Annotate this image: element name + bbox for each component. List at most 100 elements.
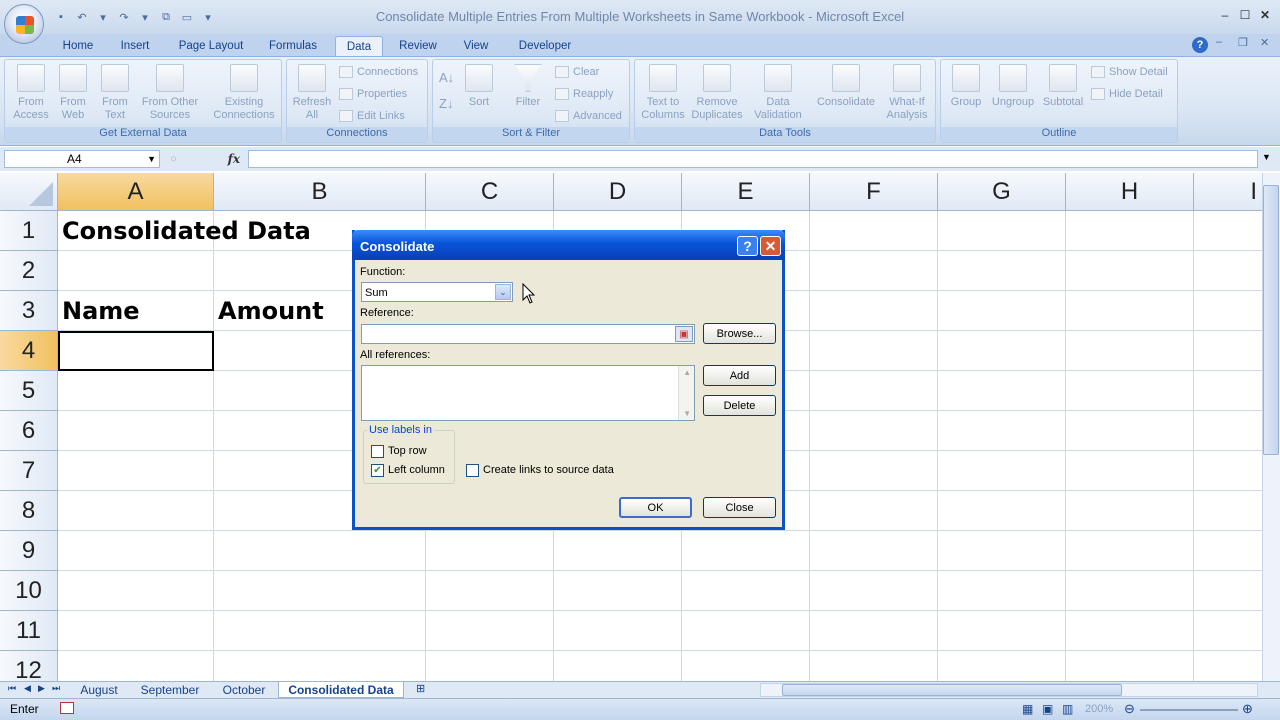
filter-button[interactable]: Filter [507, 62, 549, 109]
left-column-label[interactable]: Left column [388, 464, 445, 476]
tab-home[interactable]: Home [56, 36, 100, 56]
from-other-sources-button[interactable]: From Other Sources [137, 62, 203, 122]
show-detail-button[interactable]: Show Detail [1091, 63, 1168, 81]
refresh-all-button[interactable]: Refresh All [289, 62, 335, 122]
name-box[interactable]: A4 ▼ [4, 150, 160, 168]
select-all-corner[interactable] [0, 173, 58, 211]
remove-duplicates-button[interactable]: Remove Duplicates [689, 62, 745, 122]
tab-formulas[interactable]: Formulas [262, 36, 324, 56]
maximize-icon[interactable]: ☐ [1236, 6, 1254, 24]
zoom-slider[interactable] [1140, 709, 1238, 711]
tab-data[interactable]: Data [335, 36, 383, 56]
next-sheet-icon[interactable]: ▶ [38, 683, 45, 694]
column-header-g[interactable]: G [938, 173, 1066, 211]
clear-filter-button[interactable]: Clear [555, 63, 599, 81]
text-to-columns-button[interactable]: Text to Columns [637, 62, 689, 122]
collapse-dialog-icon[interactable]: ▣ [675, 326, 693, 342]
minimize-icon[interactable]: – [1216, 6, 1234, 24]
prev-sheet-icon[interactable]: ◀ [24, 683, 31, 694]
create-links-checkbox[interactable] [466, 464, 479, 477]
group-button[interactable]: Group [943, 62, 989, 109]
chevron-down-icon[interactable]: ⌄ [495, 284, 511, 300]
workbook-close-icon[interactable]: ✕ [1260, 36, 1269, 49]
redo-icon[interactable]: ↷ [115, 9, 133, 25]
tab-insert[interactable]: Insert [112, 36, 158, 56]
cell-a3[interactable]: Name [62, 291, 140, 331]
office-button[interactable] [4, 4, 44, 44]
row-header-5[interactable]: 5 [0, 371, 58, 411]
ribbon-restore-icon[interactable]: ❐ [1238, 36, 1248, 49]
sort-button[interactable]: Sort [461, 62, 497, 109]
hide-detail-button[interactable]: Hide Detail [1091, 85, 1163, 103]
consolidate-button[interactable]: Consolidate [813, 62, 879, 109]
reapply-button[interactable]: Reapply [555, 85, 613, 103]
top-row-checkbox[interactable] [371, 445, 384, 458]
vertical-scroll-thumb[interactable] [1263, 185, 1279, 455]
chevron-down-icon[interactable]: ▼ [147, 151, 156, 167]
reference-input[interactable]: ▣ [361, 324, 695, 344]
sheet-tab-october[interactable]: October [214, 682, 274, 698]
save-icon[interactable]: ▪ [52, 9, 70, 25]
insert-sheet-icon[interactable]: ⊞ [416, 682, 425, 695]
advanced-filter-button[interactable]: Advanced [555, 107, 622, 125]
row-header-12[interactable]: 12 [0, 651, 58, 681]
column-header-h[interactable]: H [1066, 173, 1194, 211]
column-header-c[interactable]: C [426, 173, 554, 211]
cell-b3[interactable]: Amount [218, 291, 324, 331]
row-header-1[interactable]: 1 [0, 211, 58, 251]
undo-dropdown-icon[interactable]: ▾ [94, 9, 112, 25]
left-column-checkbox[interactable]: ✔ [371, 464, 384, 477]
column-header-f[interactable]: F [810, 173, 938, 211]
edit-links-button[interactable]: Edit Links [339, 107, 405, 125]
tab-page-layout[interactable]: Page Layout [172, 36, 250, 56]
create-links-label[interactable]: Create links to source data [483, 464, 614, 476]
customize-qat-icon[interactable]: ▾ [199, 9, 217, 25]
function-select[interactable]: Sum ⌄ [361, 282, 513, 302]
column-header-i[interactable]: I [1194, 173, 1262, 211]
undo-icon[interactable]: ↶ [73, 9, 91, 25]
close-icon[interactable]: ✕ [1256, 6, 1274, 24]
insert-function-icon[interactable]: fx [228, 152, 240, 166]
column-header-d[interactable]: D [554, 173, 682, 211]
page-layout-view-icon[interactable]: ▣ [1042, 702, 1053, 716]
last-sheet-icon[interactable]: ⏭ [52, 683, 60, 694]
tab-developer[interactable]: Developer [512, 36, 578, 56]
zoom-in-icon[interactable]: ⊕ [1242, 701, 1253, 717]
redo-dropdown-icon[interactable]: ▾ [136, 9, 154, 25]
properties-button[interactable]: Properties [339, 85, 407, 103]
browse-button[interactable]: Browse... [703, 323, 776, 344]
add-button[interactable]: Add [703, 365, 776, 386]
expand-formula-bar-icon[interactable]: ▼ [1262, 152, 1271, 162]
from-text-button[interactable]: From Text [95, 62, 135, 122]
close-icon[interactable]: ✕ [760, 236, 781, 256]
formula-input[interactable] [248, 150, 1258, 168]
sheet-tab-consolidated-data[interactable]: Consolidated Data [278, 682, 404, 698]
cell-a1[interactable]: Consolidated Data [62, 211, 311, 251]
existing-connections-button[interactable]: Existing Connections [209, 62, 279, 122]
column-header-e[interactable]: E [682, 173, 810, 211]
connections-button[interactable]: Connections [339, 63, 418, 81]
macro-icon[interactable]: ⧉ [157, 9, 175, 25]
data-validation-button[interactable]: Data Validation [747, 62, 809, 122]
subtotal-button[interactable]: Subtotal [1039, 62, 1087, 109]
all-references-list[interactable]: ▲ ▼ [361, 365, 695, 421]
column-header-b[interactable]: B [214, 173, 426, 211]
sheet-tab-august[interactable]: August [72, 682, 126, 698]
row-header-8[interactable]: 8 [0, 491, 58, 531]
column-header-a[interactable]: A [58, 173, 214, 211]
sort-descending-icon[interactable]: Z↓ [439, 94, 453, 112]
row-header-9[interactable]: 9 [0, 531, 58, 571]
active-cell-a4[interactable] [58, 331, 214, 371]
sheet-tab-september[interactable]: September [132, 682, 208, 698]
row-header-3[interactable]: 3 [0, 291, 58, 331]
zoom-level[interactable]: 200% [1085, 703, 1113, 715]
delete-button[interactable]: Delete [703, 395, 776, 416]
window-icon[interactable]: ▭ [178, 9, 196, 25]
row-header-2[interactable]: 2 [0, 251, 58, 291]
row-header-11[interactable]: 11 [0, 611, 58, 651]
what-if-analysis-button[interactable]: What-If Analysis [879, 62, 935, 122]
normal-view-icon[interactable]: ▦ [1022, 702, 1033, 716]
zoom-out-icon[interactable]: ⊖ [1124, 701, 1135, 717]
tab-review[interactable]: Review [394, 36, 442, 56]
ungroup-button[interactable]: Ungroup [987, 62, 1039, 109]
